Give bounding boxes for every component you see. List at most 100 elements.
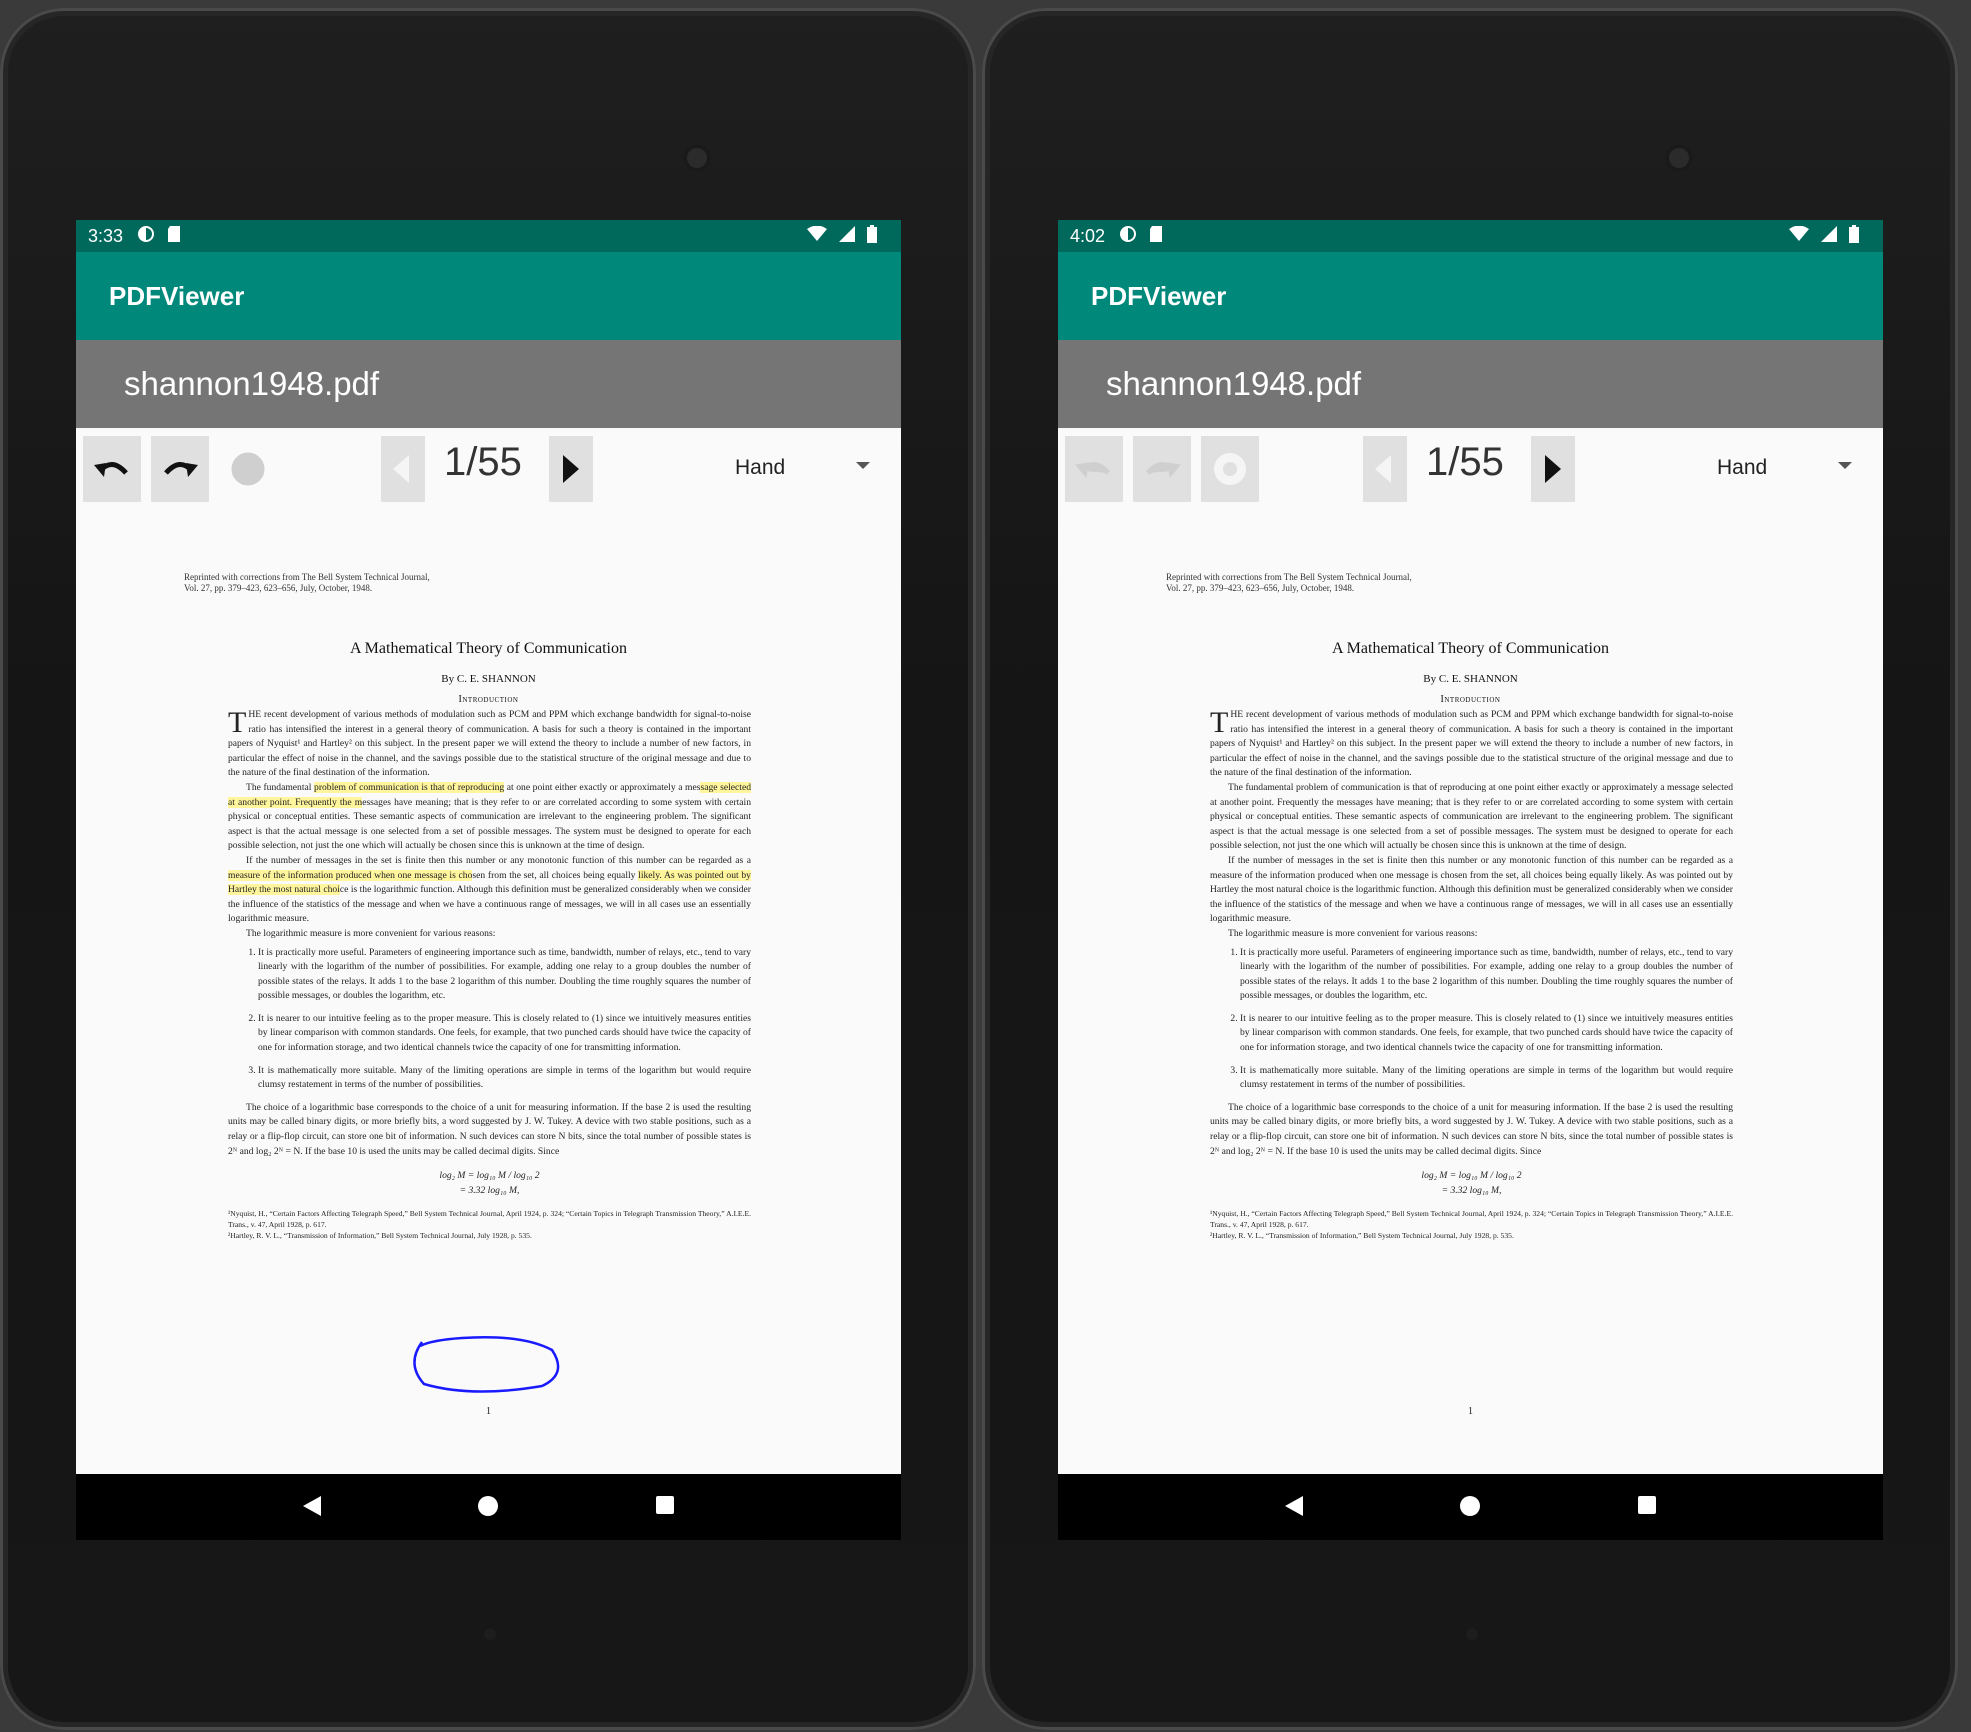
journal-header: Reprinted with corrections from The Bell… — [184, 572, 430, 594]
paragraph: The choice of a logarithmic base corresp… — [228, 1101, 751, 1157]
footnotes: ¹Nyquist, H., “Certain Factors Affecting… — [1210, 1208, 1733, 1241]
redo-button[interactable] — [151, 436, 209, 502]
signal-icon — [1821, 225, 1837, 247]
ink-circle-annotation[interactable] — [402, 1334, 568, 1396]
footnote: ¹Nyquist, H., “Certain Factors Affecting… — [1210, 1209, 1733, 1230]
dropdown-arrow-icon[interactable] — [856, 462, 870, 469]
paragraph-text: The fundamental — [246, 781, 315, 793]
paragraph: T HE recent development of various method… — [228, 708, 751, 781]
page-indicator: 1/55 — [1426, 440, 1504, 484]
status-time: 3:33 — [88, 225, 124, 246]
reasons-list: It is practically more useful. Parameter… — [228, 946, 751, 1093]
screen: 4:02 PDFViewer shannon1948.pdf 1/55 Hand… — [1058, 220, 1883, 1540]
settings-button[interactable] — [219, 436, 277, 502]
paper-author: By C. E. SHANNON — [441, 673, 536, 685]
list-item: It is mathematically more suitable. Many… — [258, 1064, 751, 1093]
paragraph: The logarithmic measure is more convenie… — [1228, 927, 1478, 939]
list-item: It is practically more useful. Parameter… — [1240, 946, 1733, 1004]
undo-button[interactable] — [1065, 436, 1123, 502]
paper-body: T HE recent development of various method… — [228, 708, 751, 1241]
tablet-right: 4:02 PDFViewer shannon1948.pdf 1/55 Hand… — [982, 8, 1958, 1730]
camera — [683, 144, 711, 172]
paragraph-text: The fundamental — [1228, 781, 1297, 793]
prev-page-button[interactable] — [381, 436, 425, 502]
app-bar: PDFViewer — [1058, 252, 1883, 340]
recents-icon[interactable] — [1638, 1496, 1656, 1514]
settings-button[interactable] — [1201, 436, 1259, 502]
equation-line: = 3.32 log₁₀ M, — [459, 1184, 520, 1196]
app-title: PDFViewer — [109, 280, 245, 311]
drop-cap: T — [1210, 706, 1229, 739]
app-bar: PDFViewer — [76, 252, 901, 340]
header-line: Reprinted with corrections from The Bell… — [184, 572, 430, 582]
undo-icon — [94, 462, 128, 477]
sensor — [1466, 1628, 1478, 1640]
battery-icon — [1849, 224, 1859, 248]
paragraph-text: sen from the set, all choices being equa… — [472, 869, 639, 881]
mode-select[interactable]: Hand — [735, 456, 785, 480]
pdf-page[interactable]: Reprinted with corrections from The Bell… — [76, 508, 901, 1474]
redo-icon — [164, 462, 198, 477]
header-line: Vol. 27, pp. 379–423, 623–656, July, Oct… — [184, 583, 373, 593]
paragraph: The choice of a logarithmic base corresp… — [1210, 1101, 1733, 1157]
file-name: shannon1948.pdf — [1106, 365, 1362, 402]
status-bar: 4:02 — [1058, 220, 1883, 252]
paragraph: The logarithmic measure is more convenie… — [246, 927, 496, 939]
list-item: It is nearer to our intuitive feeling as… — [258, 1012, 751, 1056]
paragraph-text: at one point either exactly or approxima… — [1486, 781, 1683, 793]
recents-icon[interactable] — [656, 1496, 674, 1514]
sd-card-icon — [1149, 225, 1163, 248]
settings-icon — [1214, 453, 1246, 485]
paper-body: T HE recent development of various method… — [1210, 708, 1733, 1241]
footnote: ²Hartley, R. V. L., “Transmission of Inf… — [228, 1231, 532, 1241]
paragraph: If the number of messages in the set is … — [228, 854, 751, 927]
highlight-annotation[interactable]: measure of the information produced when… — [228, 869, 473, 881]
sync-icon — [137, 225, 155, 248]
sd-card-icon — [167, 225, 181, 248]
list-item: It is mathematically more suitable. Many… — [1240, 1064, 1733, 1093]
file-name-bar: shannon1948.pdf — [1058, 340, 1883, 428]
next-page-button[interactable] — [549, 436, 593, 502]
sync-icon — [1119, 225, 1137, 248]
highlight-annotation[interactable]: problem of communication is that of repr… — [314, 781, 505, 793]
page-number: 1 — [1468, 1406, 1473, 1417]
camera — [1665, 144, 1693, 172]
file-name-bar: shannon1948.pdf — [76, 340, 901, 428]
signal-icon — [839, 225, 855, 247]
paragraph-text: problem of communication is that of repr… — [1296, 781, 1487, 793]
paragraph-text: HE recent development of various methods… — [1210, 709, 1733, 779]
mode-select[interactable]: Hand — [1717, 456, 1767, 480]
list-item: It is nearer to our intuitive feeling as… — [1240, 1012, 1733, 1056]
undo-button[interactable] — [83, 436, 141, 502]
system-nav-bar — [1058, 1474, 1883, 1540]
equation-line: log₂ M = log₁₀ M / log₁₀ 2 — [1421, 1170, 1522, 1182]
screen: 3:33 PDFViewer shannon1948.pdf 1/55 Hand… — [76, 220, 901, 1540]
paragraph-text: at one point either exactly or approxima… — [504, 781, 701, 793]
equation: log₂ M = log₁₀ M / log₁₀ 2 = 3.32 log₁₀ … — [1210, 1169, 1733, 1198]
paragraph: The fundamental problem of communication… — [1210, 781, 1733, 854]
dropdown-arrow-icon[interactable] — [1838, 462, 1852, 469]
wifi-icon — [807, 225, 827, 247]
paper-title: A Mathematical Theory of Communication — [350, 640, 627, 657]
footnotes: ¹Nyquist, H., “Certain Factors Affecting… — [228, 1208, 751, 1241]
paragraph: If the number of messages in the set is … — [1210, 854, 1733, 927]
back-icon[interactable] — [1283, 1494, 1305, 1518]
paragraph: The fundamental problem of communication… — [228, 781, 751, 854]
home-icon[interactable] — [1460, 1496, 1480, 1516]
paper-title: A Mathematical Theory of Communication — [1332, 640, 1609, 657]
next-page-button[interactable] — [1531, 436, 1575, 502]
redo-button[interactable] — [1133, 436, 1191, 502]
home-icon[interactable] — [478, 1496, 498, 1516]
prev-page-button[interactable] — [1363, 436, 1407, 502]
paragraph: T HE recent development of various method… — [1210, 708, 1733, 781]
wifi-icon — [1789, 225, 1809, 247]
paragraph-text: If the number of messages in the set is … — [1228, 854, 1733, 866]
footnote: ¹Nyquist, H., “Certain Factors Affecting… — [228, 1209, 751, 1230]
tablet-left: 3:33 PDFViewer shannon1948.pdf 1/55 Hand… — [0, 8, 976, 1730]
pdf-toolbar: 1/55 Hand — [1058, 428, 1883, 508]
header-line: Reprinted with corrections from The Bell… — [1166, 572, 1412, 582]
back-icon[interactable] — [301, 1494, 323, 1518]
pdf-page[interactable]: Reprinted with corrections from The Bell… — [1058, 508, 1883, 1474]
battery-icon — [867, 224, 877, 248]
equation-line: log₂ M = log₁₀ M / log₁₀ 2 — [439, 1170, 540, 1182]
